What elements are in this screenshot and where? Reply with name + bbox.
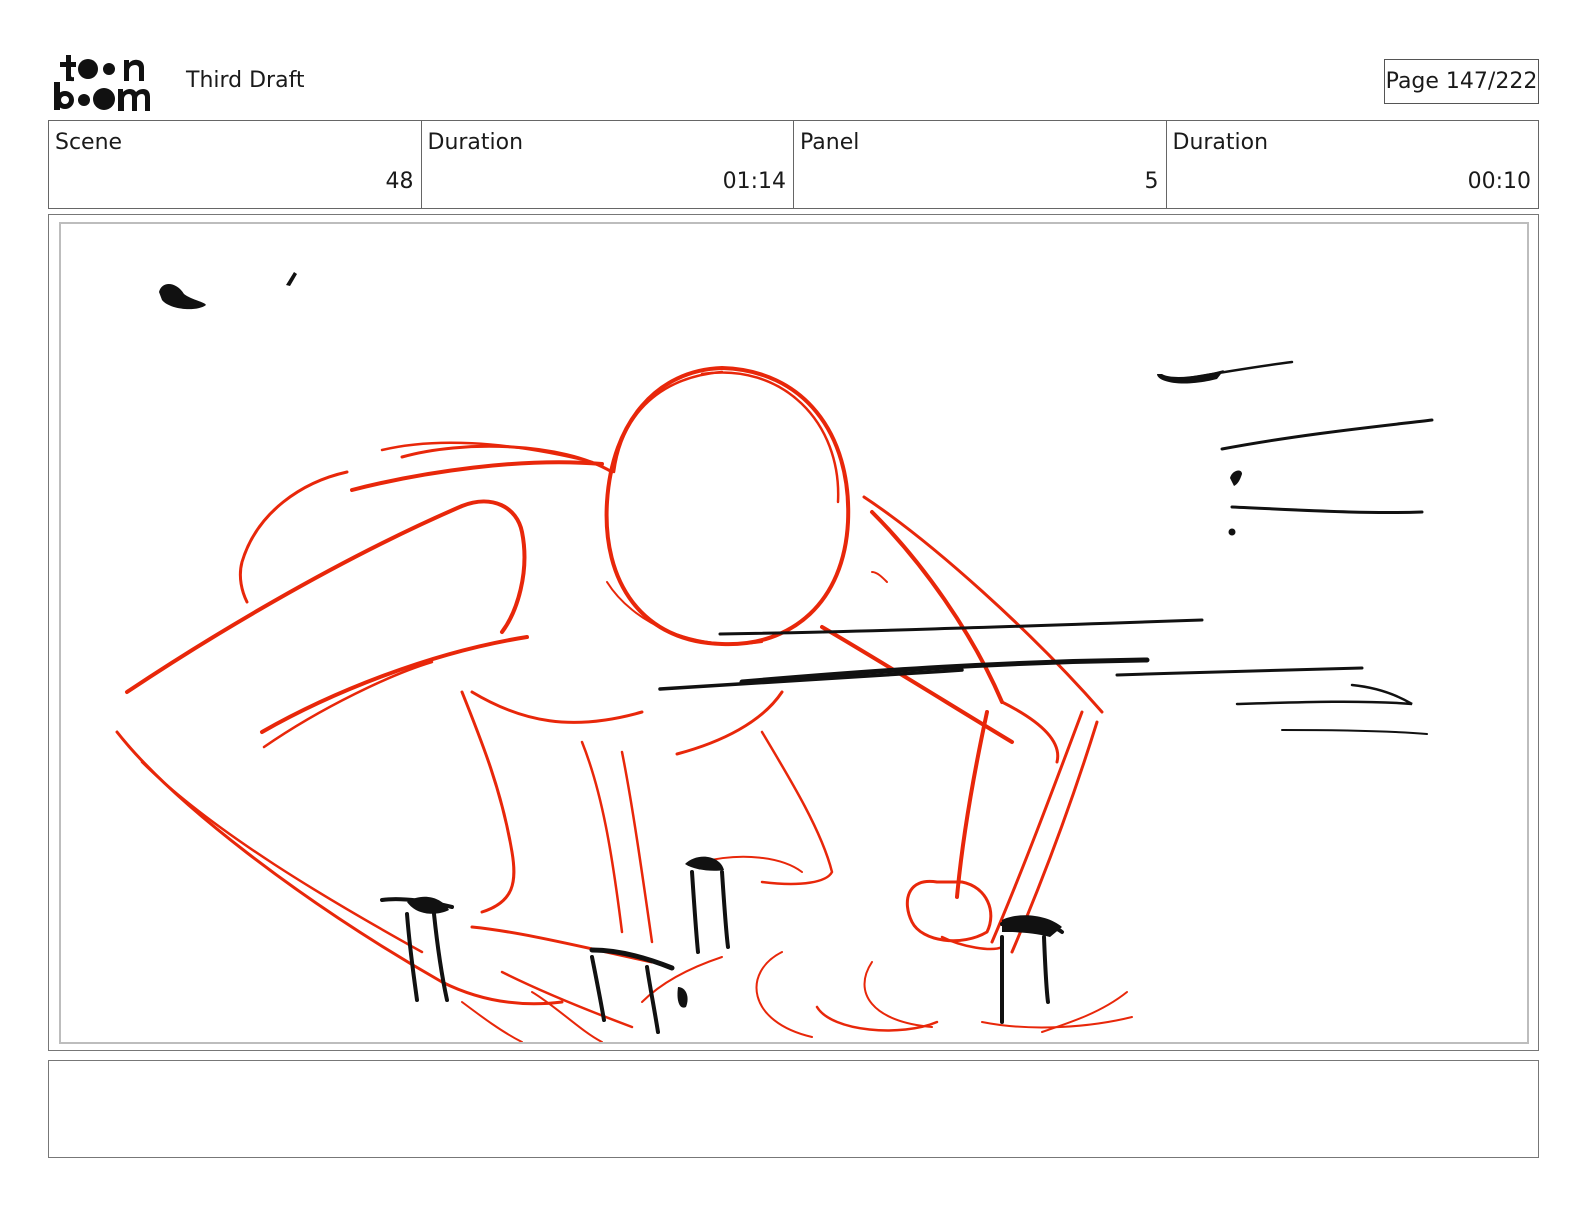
panel-notes-box	[48, 1060, 1539, 1158]
scene-duration-value: 01:14	[722, 169, 786, 194]
panel-label: Panel	[800, 130, 860, 155]
panel-duration-label: Duration	[1172, 130, 1269, 155]
panel-value: 5	[1144, 169, 1159, 194]
scene-label: Scene	[55, 130, 123, 155]
panel-drawing-area	[59, 222, 1529, 1044]
scene-duration-cell: Duration 01:14	[422, 121, 794, 208]
panel-duration-value: 00:10	[1467, 169, 1531, 194]
page-indicator: Page 147/222	[1384, 59, 1539, 104]
toon-boom-logo	[54, 55, 150, 111]
red-character-sketch	[115, 366, 1133, 1042]
draft-title: Third Draft	[186, 68, 305, 93]
panel-cell: Panel 5	[794, 121, 1167, 208]
panel-duration-cell: Duration 00:10	[1167, 121, 1539, 208]
scene-info-row: Scene 48 Duration 01:14 Panel 5 Duration…	[48, 120, 1539, 209]
storyboard-sketch	[115, 272, 1434, 1042]
scene-value: 48	[385, 169, 414, 194]
scene-cell: Scene 48	[49, 121, 422, 208]
scene-duration-label: Duration	[427, 130, 524, 155]
